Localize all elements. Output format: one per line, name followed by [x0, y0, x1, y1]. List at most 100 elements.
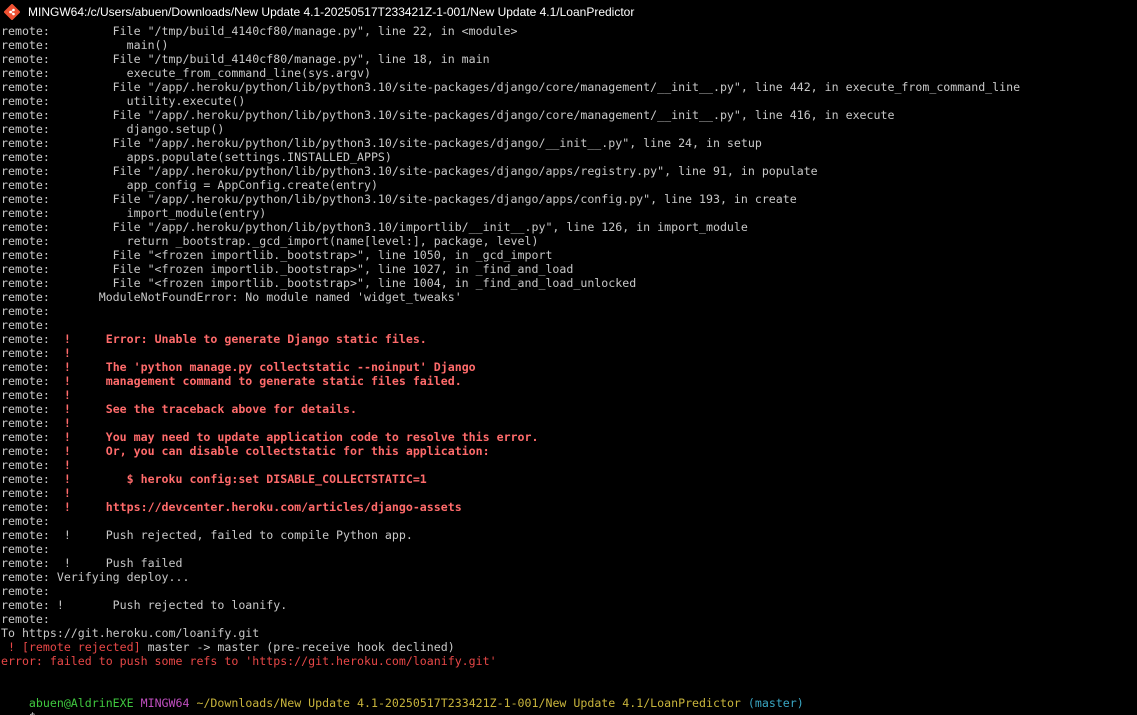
- line-text: remote: django.setup(): [1, 122, 225, 136]
- terminal-line: remote: !: [1, 416, 1137, 430]
- line-text: To https://git.heroku.com/loanify.git: [1, 626, 260, 640]
- terminal-line: remote: File "/tmp/build_4140cf80/manage…: [1, 24, 1137, 38]
- line-text: remote: app_config = AppConfig.create(en…: [1, 178, 378, 192]
- line-text: remote: File "/app/.heroku/python/lib/py…: [1, 136, 762, 150]
- line-text: !: [63, 346, 71, 360]
- prompt-path: ~/Downloads/New Update 4.1-20250517T2334…: [196, 696, 741, 710]
- line-prefix: remote:: [1, 402, 64, 416]
- line-prefix: remote:: [1, 472, 64, 486]
- terminal-line: remote: File "/app/.heroku/python/lib/py…: [1, 192, 1137, 206]
- terminal-line: remote: File "/app/.heroku/python/lib/py…: [1, 136, 1137, 150]
- terminal-line: remote: ! Push failed: [1, 556, 1137, 570]
- terminal-line: remote: main(): [1, 38, 1137, 52]
- line-prefix: remote:: [1, 388, 64, 402]
- terminal-line: remote: utility.execute(): [1, 94, 1137, 108]
- terminal-line: remote: File "/app/.heroku/python/lib/py…: [1, 108, 1137, 122]
- shell-prompt: abuen@AldrinEXE MINGW64 ~/Downloads/New …: [1, 682, 1137, 710]
- line-text: remote: apps.populate(settings.INSTALLED…: [1, 150, 392, 164]
- line-text: remote:: [1, 318, 50, 332]
- line-text: !: [63, 388, 71, 402]
- terminal-line: remote: return _bootstrap._gcd_import(na…: [1, 234, 1137, 248]
- terminal-line: To https://git.heroku.com/loanify.git: [1, 626, 1137, 640]
- line-prefix: remote:: [1, 444, 64, 458]
- terminal-line: remote: File "/app/.heroku/python/lib/py…: [1, 220, 1137, 234]
- window-titlebar[interactable]: MINGW64:/c/Users/abuen/Downloads/New Upd…: [0, 0, 1137, 24]
- line-text: remote: File "/app/.heroku/python/lib/py…: [1, 164, 818, 178]
- terminal-line: remote: !: [1, 388, 1137, 402]
- terminal-line: remote: ! Push rejected to loanify.: [1, 598, 1137, 612]
- line-text: remote: execute_from_command_line(sys.ar…: [1, 66, 371, 80]
- line-text: remote: Verifying deploy...: [1, 570, 190, 584]
- terminal-line: remote: ModuleNotFoundError: No module n…: [1, 290, 1137, 304]
- line-text: ! See the traceback above for details.: [63, 402, 357, 416]
- terminal-line: remote: import_module(entry): [1, 206, 1137, 220]
- line-text: remote: ! Push rejected to loanify.: [1, 598, 288, 612]
- line-prefix: remote:: [1, 416, 64, 430]
- line-text: remote: File "/tmp/build_4140cf80/manage…: [1, 52, 490, 66]
- terminal-line: remote: !: [1, 486, 1137, 500]
- line-text: remote: File "/app/.heroku/python/lib/py…: [1, 220, 748, 234]
- prompt-branch: (master): [747, 696, 804, 710]
- line-text: ! https://devcenter.heroku.com/articles/…: [63, 500, 462, 514]
- line-text: remote: utility.execute(): [1, 94, 246, 108]
- line-text: !: [63, 458, 71, 472]
- line-text: ! Or, you can disable collectstatic for …: [63, 444, 490, 458]
- line-text: remote:: [1, 542, 50, 556]
- line-text: ! management command to generate static …: [63, 374, 462, 388]
- terminal-line: remote: File "<frozen importlib._bootstr…: [1, 248, 1137, 262]
- terminal-line: error: failed to push some refs to 'http…: [1, 654, 1137, 668]
- terminal-line: remote: ! The 'python manage.py collects…: [1, 360, 1137, 374]
- prompt-env: MINGW64: [140, 696, 190, 710]
- line-prefix: remote:: [1, 360, 64, 374]
- terminal-line: remote:: [1, 612, 1137, 626]
- terminal-line: remote: apps.populate(settings.INSTALLED…: [1, 150, 1137, 164]
- git-bash-icon: [3, 3, 21, 21]
- line-text: remote: File "/app/.heroku/python/lib/py…: [1, 192, 797, 206]
- line-text: ! The 'python manage.py collectstatic --…: [63, 360, 476, 374]
- terminal-line: remote: django.setup(): [1, 122, 1137, 136]
- line-text: remote: File "/app/.heroku/python/lib/py…: [1, 80, 1021, 94]
- line-text: remote:: [1, 514, 50, 528]
- line-text: ! Error: Unable to generate Django stati…: [63, 332, 427, 346]
- terminal-line: remote: File "<frozen importlib._bootstr…: [1, 276, 1137, 290]
- terminal-line: remote: File "<frozen importlib._bootstr…: [1, 262, 1137, 276]
- prompt-symbol: $: [29, 710, 36, 715]
- line-text: remote: import_module(entry): [1, 206, 267, 220]
- line-text: ! $ heroku config:set DISABLE_COLLECTSTA…: [63, 472, 427, 486]
- line-prefix: remote:: [1, 430, 64, 444]
- terminal-line: remote: ! Error: Unable to generate Djan…: [1, 332, 1137, 346]
- line-prefix: remote:: [1, 346, 64, 360]
- line-text: remote: File "/tmp/build_4140cf80/manage…: [1, 24, 518, 38]
- terminal-line: remote: ! Push rejected, failed to compi…: [1, 528, 1137, 542]
- terminal-line: remote: !: [1, 346, 1137, 360]
- line-prefix: remote:: [1, 486, 64, 500]
- terminal-line: remote:: [1, 304, 1137, 318]
- terminal-line: remote:: [1, 542, 1137, 556]
- line-text: !: [63, 486, 71, 500]
- terminal-line: remote: ! $ heroku config:set DISABLE_CO…: [1, 472, 1137, 486]
- line-text: remote:: [1, 612, 50, 626]
- line-prefix: ! [remote rejected]: [1, 640, 141, 654]
- terminal-line: remote: !: [1, 458, 1137, 472]
- terminal-output[interactable]: remote: File "/tmp/build_4140cf80/manage…: [0, 24, 1137, 715]
- terminal-line: remote: app_config = AppConfig.create(en…: [1, 178, 1137, 192]
- terminal-line: ! [remote rejected] master -> master (pr…: [1, 640, 1137, 654]
- line-text: master -> master (pre-receive hook decli…: [140, 640, 455, 654]
- terminal-line: remote: File "/tmp/build_4140cf80/manage…: [1, 52, 1137, 66]
- line-text: !: [63, 416, 71, 430]
- terminal-line: remote:: [1, 318, 1137, 332]
- line-text: remote: ! Push failed: [1, 556, 183, 570]
- terminal-line: remote: ! You may need to update applica…: [1, 430, 1137, 444]
- terminal-line: remote: ! management command to generate…: [1, 374, 1137, 388]
- window-title: MINGW64:/c/Users/abuen/Downloads/New Upd…: [28, 5, 635, 19]
- line-text: remote: File "<frozen importlib._bootstr…: [1, 276, 637, 290]
- prompt-user-host: abuen@AldrinEXE: [28, 696, 134, 710]
- line-text: remote: return _bootstrap._gcd_import(na…: [1, 234, 539, 248]
- terminal-line: remote: File "/app/.heroku/python/lib/py…: [1, 164, 1137, 178]
- line-prefix: remote:: [1, 374, 64, 388]
- line-text: remote:: [1, 304, 50, 318]
- terminal-line: remote:: [1, 514, 1137, 528]
- line-text: remote: File "<frozen importlib._bootstr…: [1, 248, 553, 262]
- terminal-line: remote: File "/app/.heroku/python/lib/py…: [1, 80, 1137, 94]
